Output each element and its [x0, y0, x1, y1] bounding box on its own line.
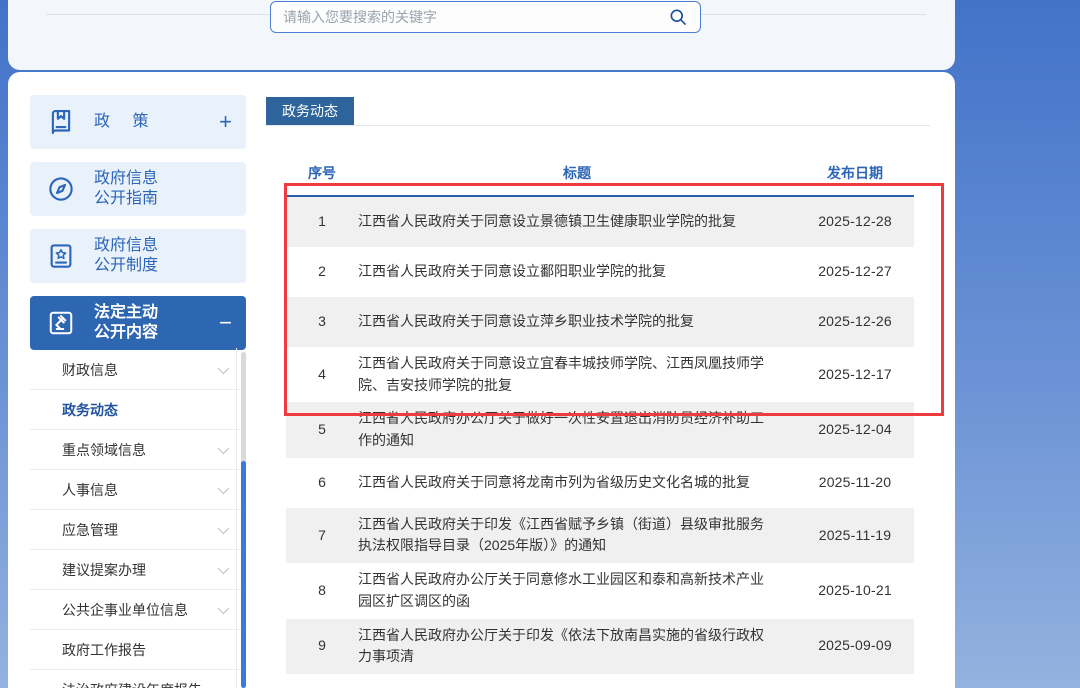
submenu-item-public-enterprises-info[interactable]: 公共企事业单位信息	[30, 590, 246, 630]
tab-government-news[interactable]: 政务动态	[266, 97, 354, 125]
submenu-item-government-news[interactable]: 政务动态	[30, 390, 246, 430]
submenu-item-emergency-management[interactable]: 应急管理	[30, 510, 246, 550]
row-title-link[interactable]: 江西省人民政府关于同意设立景德镇卫生健康职业学院的批复	[358, 211, 796, 233]
table-row[interactable]: 5 江西省人民政府办公厅关于做好一次性安置退出消防员经济补助工作的通知 2025…	[286, 402, 914, 458]
table-row[interactable]: 3 江西省人民政府关于同意设立萍乡职业技术学院的批复 2025-12-26	[286, 297, 914, 347]
header-title: 标题	[563, 164, 591, 181]
row-title-link[interactable]: 江西省人民政府办公厅关于做好一次性安置退出消防员经济补助工作的通知	[358, 408, 796, 451]
news-table: 序号 标题 发布日期 1 江西省人民政府关于同意设立景德镇卫生健康职业学院的批复…	[286, 150, 914, 674]
sidebar-item-statutory-disclosure[interactable]: 法定主动 公开内容 −	[30, 296, 246, 350]
certificate-icon	[42, 237, 80, 275]
expand-icon[interactable]: +	[219, 111, 232, 133]
search-box[interactable]	[270, 1, 701, 33]
sidebar-item-label: 法定主动 公开内容	[94, 304, 159, 341]
book-icon	[42, 103, 80, 141]
table-row[interactable]: 4 江西省人民政府关于同意设立宜春丰城技师学院、江西凤凰技师学院、吉安技师学院的…	[286, 347, 914, 402]
table-row[interactable]: 1 江西省人民政府关于同意设立景德镇卫生健康职业学院的批复 2025-12-28	[286, 197, 914, 247]
row-title-link[interactable]: 江西省人民政府关于同意将龙南市列为省级历史文化名城的批复	[358, 472, 796, 494]
divider	[266, 125, 930, 126]
header-no: 序号	[308, 164, 336, 181]
compass-icon	[42, 170, 80, 208]
divider	[46, 14, 278, 15]
table-row[interactable]: 6 江西省人民政府关于同意将龙南市列为省级历史文化名城的批复 2025-11-2…	[286, 458, 914, 508]
row-title-link[interactable]: 江西省人民政府关于印发《江西省赋予乡镇（街道）县级审批服务执法权限指导目录（20…	[358, 514, 796, 557]
row-title-link[interactable]: 江西省人民政府关于同意设立宜春丰城技师学院、江西凤凰技师学院、吉安技师学院的批复	[358, 353, 796, 396]
search-input[interactable]	[283, 9, 668, 25]
sidebar-submenu: 财政信息 政务动态 重点领域信息 人事信息 应急管理 建议提案办理 公共企事业单…	[30, 350, 246, 688]
chevron-down-icon	[217, 442, 230, 454]
row-title-link[interactable]: 江西省人民政府办公厅关于同意修水工业园区和泰和高新技术产业园区扩区调区的函	[358, 569, 796, 612]
chevron-down-icon	[217, 562, 230, 574]
table-row[interactable]: 8 江西省人民政府办公厅关于同意修水工业园区和泰和高新技术产业园区扩区调区的函 …	[286, 563, 914, 618]
collapse-icon[interactable]: −	[219, 312, 232, 334]
divider	[693, 14, 926, 15]
header-date: 发布日期	[827, 164, 883, 181]
submenu-item-government-work-report[interactable]: 政府工作报告	[30, 630, 246, 670]
table-header: 序号 标题 发布日期	[286, 150, 914, 197]
submenu-item-proposals-handling[interactable]: 建议提案办理	[30, 550, 246, 590]
page: 政 策 + 政府信息 公开指南	[0, 0, 1080, 688]
table-row[interactable]: 2 江西省人民政府关于同意设立鄱阳职业学院的批复 2025-12-27	[286, 247, 914, 297]
sidebar-scrollbar-thumb[interactable]	[241, 461, 246, 688]
chevron-down-icon	[217, 522, 230, 534]
sidebar-item-label: 政府信息 公开指南	[94, 170, 159, 207]
chevron-down-icon	[217, 602, 230, 614]
table-row[interactable]: 7 江西省人民政府关于印发《江西省赋予乡镇（街道）县级审批服务执法权限指导目录（…	[286, 507, 914, 564]
gavel-icon	[42, 304, 80, 342]
search-icon[interactable]	[668, 7, 688, 27]
sidebar-item-disclosure-guide[interactable]: 政府信息 公开指南	[30, 162, 246, 216]
chevron-down-icon	[217, 362, 230, 374]
row-title-link[interactable]: 江西省人民政府关于同意设立鄱阳职业学院的批复	[358, 261, 796, 283]
sidebar: 政 策 + 政府信息 公开指南 政府信息 公开制度 法定主动 公开内容 − 财政…	[30, 95, 246, 688]
row-title-link[interactable]: 江西省人民政府关于同意设立萍乡职业技术学院的批复	[358, 311, 796, 333]
submenu-item-key-areas-info[interactable]: 重点领域信息	[30, 430, 246, 470]
divider	[236, 348, 237, 688]
sidebar-item-label: 政府信息 公开制度	[94, 237, 159, 274]
submenu-item-rule-of-law-annual-report[interactable]: 法治政府建设年度报告	[30, 670, 246, 688]
submenu-item-personnel-info[interactable]: 人事信息	[30, 470, 246, 510]
table-row[interactable]: 9 江西省人民政府办公厅关于印发《依法下放南昌实施的省级行政权力事项清 2025…	[286, 618, 914, 674]
submenu-item-finance-info[interactable]: 财政信息	[30, 350, 246, 390]
sidebar-item-disclosure-system[interactable]: 政府信息 公开制度	[30, 229, 246, 283]
chevron-down-icon	[217, 482, 230, 494]
row-title-link[interactable]: 江西省人民政府办公厅关于印发《依法下放南昌实施的省级行政权力事项清	[358, 625, 796, 668]
sidebar-item-label: 政 策	[94, 113, 158, 130]
sidebar-item-policy[interactable]: 政 策 +	[30, 95, 246, 149]
top-search-panel	[8, 0, 955, 70]
